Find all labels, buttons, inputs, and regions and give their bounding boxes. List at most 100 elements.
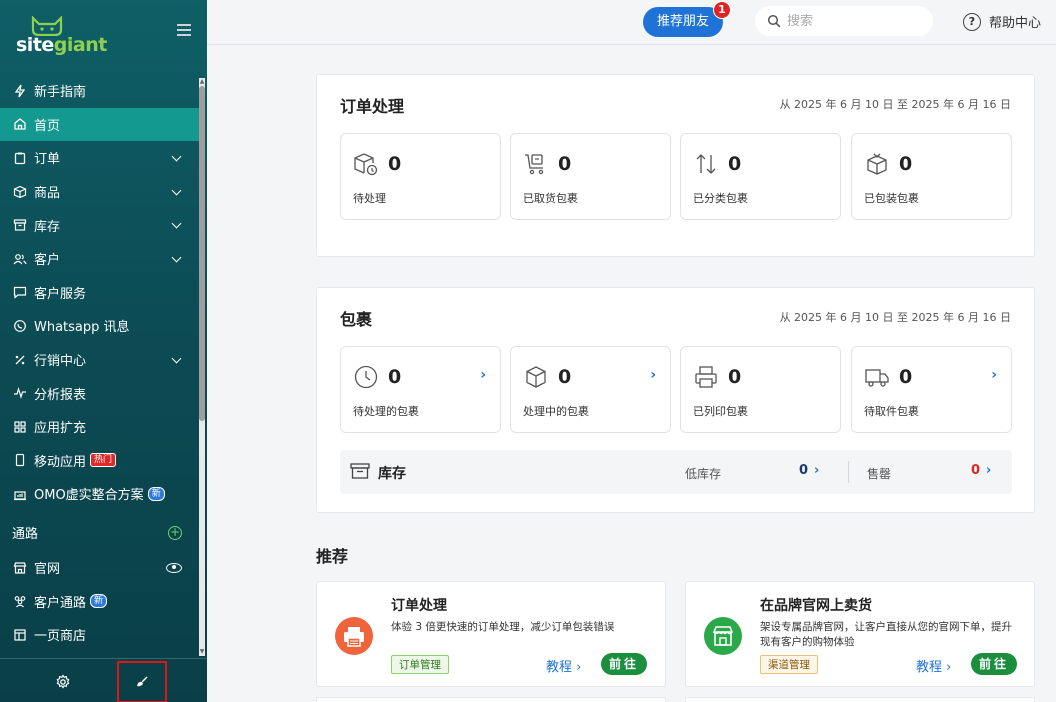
chevron-right-icon: › xyxy=(650,367,656,383)
sold-out-label: 售罄 xyxy=(867,467,892,481)
recommend-card-order-processing: 订单处理 体验 3 倍更快速的订单处理，减少订单包装错误 订单管理 教程 › 前… xyxy=(316,581,666,687)
sidebar-item-label: 一页商店 xyxy=(34,629,87,645)
card-value: 0 xyxy=(728,366,742,388)
go-button[interactable]: 前往 xyxy=(601,653,647,675)
invite-friends-button[interactable]: 推荐朋友 1 xyxy=(643,1,731,37)
chevron-down-icon xyxy=(171,218,182,229)
chevron-right-icon: › xyxy=(814,463,820,478)
go-button[interactable]: 前往 xyxy=(971,653,1017,675)
chevron-right-icon: › xyxy=(946,660,952,675)
sidebar-item-home[interactable]: 首页 xyxy=(0,107,200,142)
sidebar-item-customer-service[interactable]: 客户服务 xyxy=(0,276,200,310)
search-input[interactable] xyxy=(787,13,917,29)
stock-title: 库存 xyxy=(378,466,406,482)
help-icon: ? xyxy=(963,12,981,31)
sidebar-item-one-page-store[interactable]: 一页商店 xyxy=(0,618,200,652)
recommend-card-title: 在品牌官网上卖货 xyxy=(760,598,872,614)
search-bar[interactable] xyxy=(755,6,933,36)
card-sorted[interactable]: 0 已分类包裹 xyxy=(680,133,841,220)
recommend-tag: 渠道管理 xyxy=(760,655,818,674)
recommend-card-desc: 架设专属品牌官网，让客户直接从您的官网下单，提升现有客户的购物体验 xyxy=(760,621,1012,648)
sidebar-item-label: OMO虚实整合方案 xyxy=(34,488,144,504)
scroll-up-icon[interactable]: ▲ xyxy=(199,78,205,86)
recommend-title: 推荐 xyxy=(316,547,349,566)
low-stock-label: 低库存 xyxy=(685,467,722,481)
sidebar-item-inventory[interactable]: 库存 xyxy=(0,208,200,242)
sidebar-scrollbar[interactable]: ▲ ▼ xyxy=(199,78,205,656)
archive-icon xyxy=(350,463,370,479)
sort-arrows-icon xyxy=(696,154,716,174)
eye-icon[interactable] xyxy=(166,562,182,573)
sold-out-link[interactable]: 0 › xyxy=(971,463,991,478)
card-pending-parcels[interactable]: 0 待处理的包裹 › xyxy=(340,346,501,433)
box-clock-icon xyxy=(354,153,378,176)
sidebar-item-label: 应用扩充 xyxy=(34,421,87,437)
sidebar-nav: 新手指南 首页 订单 商品 库存 客户 客户服务 Whatsapp 讯息 行销中… xyxy=(0,74,200,654)
channels-label: 通路 xyxy=(12,527,39,543)
chevron-down-icon xyxy=(171,252,182,263)
card-label: 已列印包裹 xyxy=(693,405,748,418)
sidebar-item-label: 库存 xyxy=(34,219,61,235)
sidebar-item-label: 行销中心 xyxy=(34,354,87,370)
card-pickup-parcels[interactable]: 0 待取件包裹 › xyxy=(851,346,1012,433)
card-picked[interactable]: 0 已取货包裹 xyxy=(510,133,671,220)
sidebar-item-customers[interactable]: 客户 xyxy=(0,242,200,276)
logo-text: sitegiant xyxy=(16,34,107,56)
chevron-right-icon: › xyxy=(480,367,486,383)
help-label: 帮助中心 xyxy=(989,16,1042,31)
tutorial-label: 教程 xyxy=(546,660,573,675)
card-label: 已取货包裹 xyxy=(523,192,578,205)
tutorial-link[interactable]: 教程 › xyxy=(546,656,581,675)
card-pending[interactable]: 0 待处理 xyxy=(340,133,501,220)
add-channel-icon[interactable]: + xyxy=(168,525,182,540)
scroll-down-icon[interactable]: ▼ xyxy=(199,648,205,656)
sidebar-item-label: 移动应用 xyxy=(34,454,87,470)
brush-button[interactable] xyxy=(117,661,167,702)
sidebar-item-orders[interactable]: 订单 xyxy=(0,141,200,175)
home-icon xyxy=(12,116,28,132)
sold-out-value: 0 xyxy=(971,463,981,478)
sidebar-item-website[interactable]: 官网 xyxy=(0,551,200,585)
panel-title: 订单处理 xyxy=(340,97,405,116)
percent-icon xyxy=(12,352,28,368)
sidebar-item-guide[interactable]: 新手指南 xyxy=(0,74,200,108)
sitegiant-logo[interactable]: sitegiant xyxy=(16,16,107,56)
sidebar: sitegiant 新手指南 首页 订单 商品 库存 客户 客户服务 Whats… xyxy=(0,0,207,702)
card-processing-parcels[interactable]: 0 处理中的包裹 › xyxy=(510,346,671,433)
recommend-card-partial xyxy=(316,697,666,702)
card-printed-parcels[interactable]: 0 已列印包裹 xyxy=(680,346,841,433)
card-packed[interactable]: 0 已包装包裹 xyxy=(851,133,1012,220)
sidebar-item-analytics[interactable]: 分析报表 xyxy=(0,376,200,410)
sidebar-item-omo[interactable]: OMO虚实整合方案 新 xyxy=(0,477,200,511)
chevron-down-icon xyxy=(171,353,182,364)
card-label: 待处理 xyxy=(353,192,386,205)
card-value: 0 xyxy=(728,153,742,175)
scrollbar-thumb[interactable] xyxy=(199,86,205,421)
low-stock-link[interactable]: 0 › xyxy=(799,463,819,478)
channels-section: 通路 + xyxy=(0,515,200,551)
whatsapp-icon xyxy=(12,318,28,334)
box-icon xyxy=(12,184,28,200)
tutorial-link[interactable]: 教程 › xyxy=(916,656,951,675)
settings-gear-icon[interactable] xyxy=(55,674,71,690)
recommend-card-partial xyxy=(685,697,1035,702)
sidebar-item-apps[interactable]: 应用扩充 xyxy=(0,410,200,444)
sidebar-item-label: 客户服务 xyxy=(34,286,87,302)
people-icon xyxy=(12,593,28,609)
sidebar-item-marketing[interactable]: 行销中心 xyxy=(0,343,200,377)
card-label: 已包装包裹 xyxy=(864,192,919,205)
users-icon xyxy=(12,251,28,267)
sidebar-item-whatsapp[interactable]: Whatsapp 讯息 xyxy=(0,309,200,343)
help-center-link[interactable]: ? 帮助中心 xyxy=(963,12,1041,31)
sidebar-item-products[interactable]: 商品 xyxy=(0,175,200,209)
sidebar-item-label: 官网 xyxy=(34,562,61,578)
new-badge: 新 xyxy=(90,594,108,609)
menu-toggle-icon[interactable] xyxy=(177,24,191,36)
sidebar-item-customer-channel[interactable]: 客户通路 新 xyxy=(0,584,200,618)
card-label: 待取件包裹 xyxy=(864,405,919,418)
clock-icon xyxy=(354,365,378,389)
sidebar-item-mobile-app[interactable]: 移动应用 热门 xyxy=(0,444,200,478)
chat-icon xyxy=(12,284,28,300)
pulse-icon xyxy=(12,385,28,401)
card-value: 0 xyxy=(388,366,402,388)
